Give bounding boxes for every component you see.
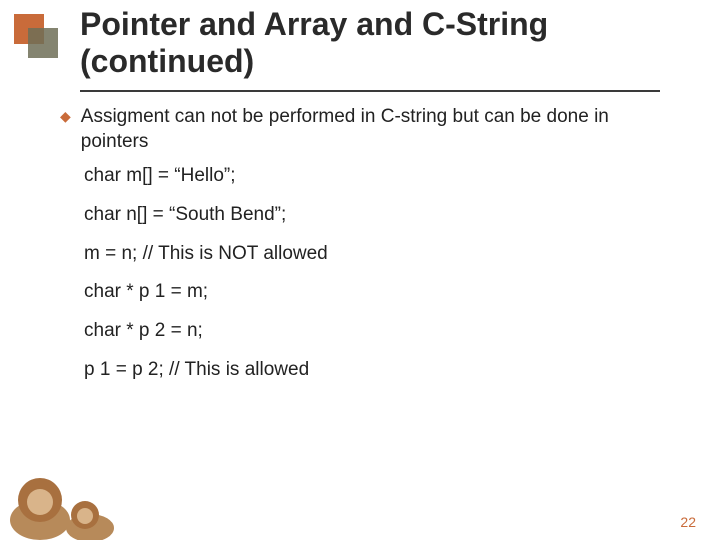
title-underline — [80, 90, 660, 92]
code-line-3: m = n; // This is NOT allowed — [84, 242, 680, 267]
title-line-1: Pointer and Array and C-String — [80, 6, 548, 42]
bullet-text: Assigment can not be performed in C-stri… — [81, 105, 680, 154]
slide-content: ◆ Assigment can not be performed in C-st… — [60, 105, 680, 397]
title-line-2: (continued) — [80, 43, 254, 79]
corner-decoration — [14, 14, 54, 54]
code-line-5: char * p 2 = n; — [84, 319, 680, 344]
bullet-item: ◆ Assigment can not be performed in C-st… — [60, 105, 680, 154]
code-line-6: p 1 = p 2; // This is allowed — [84, 358, 680, 383]
code-line-4: char * p 1 = m; — [84, 280, 680, 305]
bullet-diamond-icon: ◆ — [60, 105, 71, 127]
lion-image — [0, 450, 150, 540]
code-line-1: char m[] = “Hello”; — [84, 164, 680, 189]
code-line-2: char n[] = “South Bend”; — [84, 203, 680, 228]
decor-square-olive — [28, 28, 58, 58]
page-number: 22 — [680, 514, 696, 530]
slide-title: Pointer and Array and C-String (continue… — [80, 6, 690, 80]
